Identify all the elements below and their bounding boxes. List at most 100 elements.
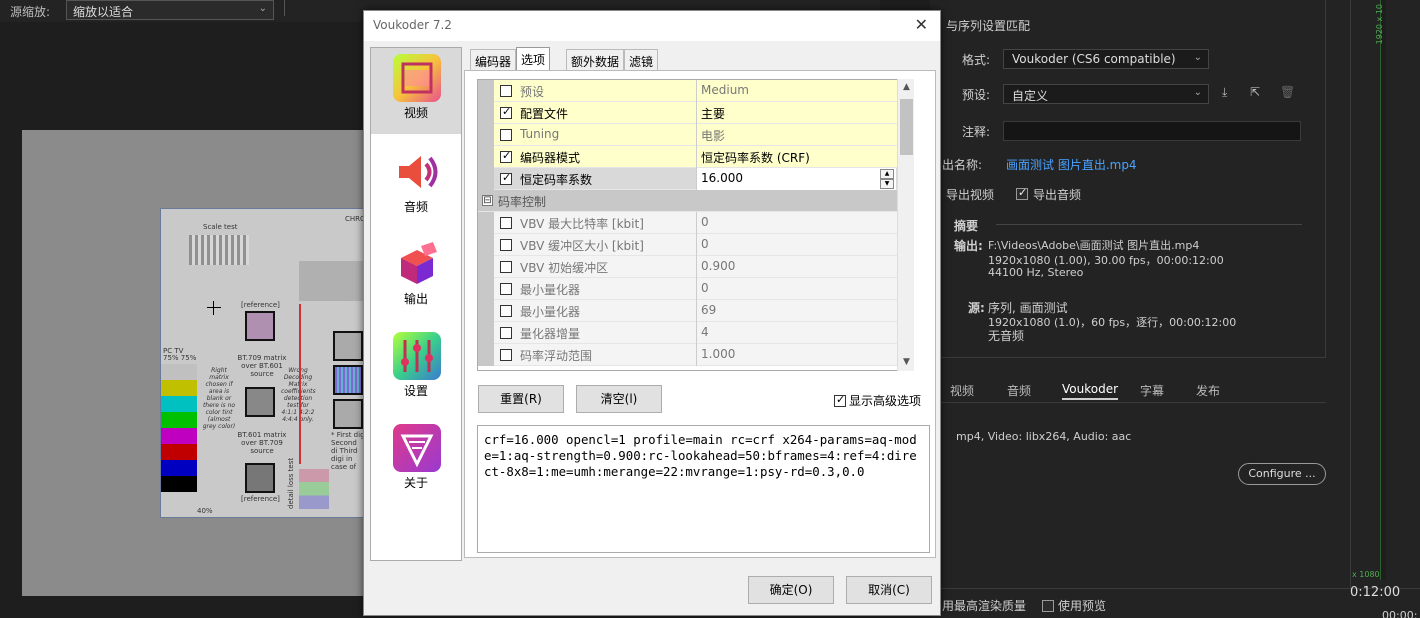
tab-audio[interactable]: 音频 — [1007, 382, 1031, 399]
options-grid: 预设 Medium 配置文件 主要 Tuning 电影 编码器模式 恒定码率系数… — [477, 79, 913, 371]
checkbox[interactable] — [500, 327, 512, 339]
reset-button[interactable]: 重置(R) — [478, 385, 564, 413]
option-value[interactable]: 69 — [696, 300, 896, 322]
checkbox[interactable] — [500, 217, 512, 229]
color-bars — [161, 364, 197, 492]
option-value[interactable]: 0 — [696, 278, 896, 300]
checkbox[interactable] — [500, 85, 512, 97]
preset-select[interactable]: 自定义 ⌄ — [1003, 84, 1209, 104]
checkbox[interactable] — [500, 149, 512, 163]
checkbox[interactable] — [500, 105, 512, 119]
option-value[interactable]: 主要 — [696, 102, 896, 124]
export-audio-checkbox[interactable] — [1016, 186, 1028, 200]
comment-input[interactable] — [1003, 121, 1301, 141]
tab-extra-data[interactable]: 额外数据 — [566, 49, 625, 71]
export-tabs: 视频 音频 Voukoder 字幕 发布 — [930, 378, 1326, 402]
checkbox[interactable] — [500, 129, 512, 141]
collapse-icon[interactable]: ⊟ — [482, 195, 493, 206]
option-value[interactable]: 4 — [696, 322, 896, 344]
show-advanced-option[interactable]: 显示高级选项 — [834, 392, 921, 409]
scroll-thumb[interactable] — [900, 99, 913, 155]
option-name: VBV 初始缓冲区 — [520, 261, 609, 275]
detail-stripes — [299, 469, 329, 509]
delete-preset-icon[interactable]: 🗑 — [1280, 85, 1295, 99]
nav-item-about[interactable]: 关于 — [371, 418, 461, 504]
option-value[interactable]: 0 — [696, 234, 896, 256]
source-zoom-select[interactable]: 缩放以适合 ⌄ — [66, 0, 274, 20]
clear-button[interactable]: 清空(l) — [576, 385, 662, 413]
nav-item-output[interactable]: 输出 — [371, 234, 461, 320]
option-value[interactable]: 0.900 — [696, 256, 896, 278]
checkbox[interactable] — [500, 283, 512, 295]
option-row-encoder-mode[interactable]: 编码器模式 恒定码率系数 (CRF) — [478, 146, 912, 168]
category-label: 码率控制 — [498, 195, 547, 209]
speaker-icon — [393, 148, 441, 196]
option-value[interactable]: 0 — [696, 212, 896, 234]
output-name-link[interactable]: 画面测试 图片直出.mp4 — [1006, 156, 1137, 173]
panel-divider — [1350, 0, 1351, 590]
tab-encoder[interactable]: 编码器 — [470, 49, 517, 71]
tab-video[interactable]: 视频 — [950, 382, 974, 399]
option-row-crf[interactable]: 恒定码率系数 16.000 ▲▼ — [478, 168, 912, 190]
tab-captions[interactable]: 字幕 — [1140, 382, 1164, 399]
option-row-vbv-maxrate[interactable]: VBV 最大比特率 [kbit] 0 — [478, 212, 912, 234]
nav-item-audio[interactable]: 音频 — [371, 142, 461, 228]
category-rate-control[interactable]: ⊟ 码率控制 — [478, 190, 912, 212]
import-preset-icon[interactable]: ⇱ — [1250, 85, 1260, 99]
timecode-display: 0:12:00 — [1350, 585, 1401, 600]
option-row-qpmax[interactable]: 最小量化器 69 — [478, 300, 912, 322]
checkbox[interactable] — [500, 171, 512, 185]
scroll-down-icon[interactable]: ▼ — [898, 354, 915, 371]
show-advanced-checkbox[interactable] — [834, 393, 846, 407]
checkbox[interactable] — [500, 305, 512, 317]
checkbox[interactable] — [500, 349, 512, 361]
option-row-profile[interactable]: 配置文件 主要 — [478, 102, 912, 124]
option-value[interactable]: Medium — [696, 80, 896, 102]
format-select[interactable]: Voukoder (CS6 compatible) ⌄ — [1003, 49, 1209, 69]
option-value[interactable]: 电影 — [696, 124, 896, 146]
command-line-text[interactable]: crf=16.000 opencl=1 profile=main rc=crf … — [477, 425, 930, 553]
crf-stepper[interactable]: ▲ ▼ — [880, 169, 894, 189]
ok-button[interactable]: 确定(O) — [748, 576, 834, 604]
box-icon — [393, 240, 441, 288]
tab-filters[interactable]: 滤镜 — [624, 49, 659, 71]
option-row-preset[interactable]: 预设 Medium — [478, 80, 912, 102]
checkbox[interactable] — [500, 261, 512, 273]
detail-loss-label: detail loss test — [287, 457, 295, 509]
nav-item-video[interactable]: 视频 — [371, 48, 461, 134]
close-icon[interactable]: ✕ — [915, 15, 928, 34]
bt709-label: BT.709 matrix over BT.601 source — [237, 354, 287, 378]
option-value[interactable]: 恒定码率系数 (CRF) — [696, 146, 896, 168]
option-value[interactable]: 1.000 — [696, 344, 896, 366]
use-preview-checkbox[interactable] — [1042, 600, 1054, 612]
tab-publish[interactable]: 发布 — [1196, 382, 1220, 399]
option-row-vbv-init[interactable]: VBV 初始缓冲区 0.900 — [478, 256, 912, 278]
option-row-vbv-bufsize[interactable]: VBV 缓冲区大小 [kbit] 0 — [478, 234, 912, 256]
checkbox[interactable] — [500, 239, 512, 251]
option-row-qpmin[interactable]: 最小量化器 0 — [478, 278, 912, 300]
cancel-button[interactable]: 取消(C) — [846, 576, 932, 604]
option-row-tuning[interactable]: Tuning 电影 — [478, 124, 912, 146]
nav-item-settings[interactable]: 设置 — [371, 326, 461, 412]
forty-pct-label: 40% — [197, 507, 213, 515]
option-row-qpstep[interactable]: 量化器增量 4 — [478, 322, 912, 344]
source-summary-label: 源: — [968, 301, 985, 315]
divider — [284, 0, 285, 16]
option-row-ratetol[interactable]: 码率浮动范围 1.000 — [478, 344, 912, 366]
scroll-up-icon[interactable]: ▲ — [898, 79, 915, 96]
scale-test-label: Scale test — [203, 223, 238, 231]
save-preset-icon[interactable]: ⤓ — [1222, 85, 1227, 100]
comment-label: 注释: — [962, 125, 991, 139]
pc-tv-pct-label: 75% 75% — [163, 354, 197, 362]
tab-options[interactable]: 选项 — [516, 47, 551, 72]
nav-label-settings: 设置 — [403, 384, 428, 398]
option-name: 配置文件 — [520, 107, 569, 121]
options-scrollbar[interactable]: ▲ ▼ — [897, 79, 914, 371]
bt601-label: BT.601 matrix over BT.709 source — [237, 431, 287, 455]
tab-voukoder[interactable]: Voukoder — [1062, 382, 1119, 400]
configure-button[interactable]: Configure ... — [1238, 463, 1326, 485]
output-line-3: 44100 Hz, Stereo — [988, 266, 1084, 279]
crf-spinbox[interactable]: 16.000 ▲ ▼ — [696, 168, 896, 190]
swatch-right-bottom — [333, 399, 363, 429]
option-name: 最小量化器 — [520, 305, 581, 319]
